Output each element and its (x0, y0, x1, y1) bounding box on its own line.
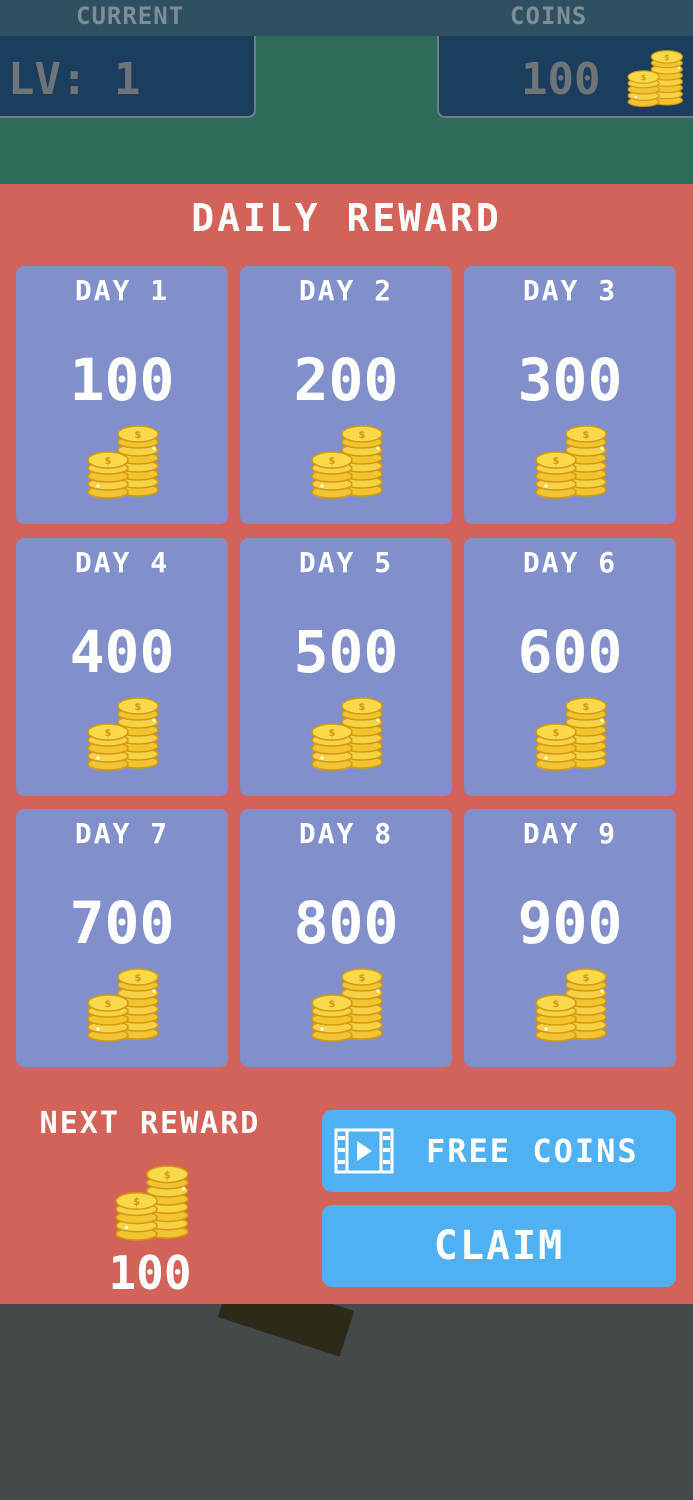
day-card-9[interactable]: DAY 9 900 (464, 809, 676, 1067)
day-card-1[interactable]: DAY 1 100 (16, 266, 228, 524)
day-label: DAY 1 (74, 274, 170, 307)
coin-stack-icon (308, 420, 388, 500)
claim-button[interactable]: CLAIM (322, 1205, 676, 1287)
coin-stack-icon (84, 420, 164, 500)
coin-stack-icon (308, 963, 388, 1043)
reward-amount: 400 (69, 618, 175, 686)
day-card-4[interactable]: DAY 4 400 (16, 538, 228, 796)
day-card-2[interactable]: DAY 2 200 (240, 266, 452, 524)
day-label: DAY 4 (74, 546, 170, 579)
coin-stack-icon (532, 692, 612, 772)
day-label: DAY 3 (522, 274, 618, 307)
day-card-6[interactable]: DAY 6 600 (464, 538, 676, 796)
level-value: LV: 1 (8, 54, 141, 105)
free-coins-label: FREE COINS (426, 1132, 639, 1170)
day-label: DAY 6 (522, 546, 618, 579)
reward-amount: 600 (517, 618, 623, 686)
coin-stack-icon (84, 963, 164, 1043)
day-label: DAY 9 (522, 817, 618, 850)
coins-panel: 100 (437, 36, 693, 118)
reward-amount: 300 (517, 346, 623, 414)
coin-stack-icon (532, 420, 612, 500)
coin-stack-icon (532, 963, 612, 1043)
reward-amount: 700 (69, 889, 175, 957)
coins-label: COINS (510, 2, 588, 30)
free-coins-button[interactable]: FREE COINS (322, 1110, 676, 1192)
next-reward-label: NEXT REWARD (39, 1106, 261, 1141)
level-label: CURRENT (76, 2, 185, 30)
day-label: DAY 2 (298, 274, 394, 307)
reward-amount: 100 (69, 346, 175, 414)
day-card-3[interactable]: DAY 3 300 (464, 266, 676, 524)
reward-amount: 800 (293, 889, 399, 957)
next-reward-amount: 100 (108, 1246, 192, 1300)
day-card-8[interactable]: DAY 8 800 (240, 809, 452, 1067)
reward-amount: 500 (293, 618, 399, 686)
day-label: DAY 7 (74, 817, 170, 850)
coin-stack-icon (84, 692, 164, 772)
video-play-icon (334, 1128, 394, 1174)
reward-amount: 900 (517, 889, 623, 957)
day-card-7[interactable]: DAY 7 700 (16, 809, 228, 1067)
claim-label: CLAIM (433, 1223, 565, 1269)
daily-reward-title: DAILY REWARD (191, 196, 502, 240)
reward-amount: 200 (293, 346, 399, 414)
level-panel: LV: 1 (0, 36, 256, 118)
day-label: DAY 5 (298, 546, 394, 579)
coins-value: 100 (521, 54, 601, 105)
coin-stack-icon (308, 692, 388, 772)
coin-stack-icon (625, 46, 687, 108)
coin-stack-icon (112, 1160, 194, 1242)
day-label: DAY 8 (298, 817, 394, 850)
day-card-5[interactable]: DAY 5 500 (240, 538, 452, 796)
